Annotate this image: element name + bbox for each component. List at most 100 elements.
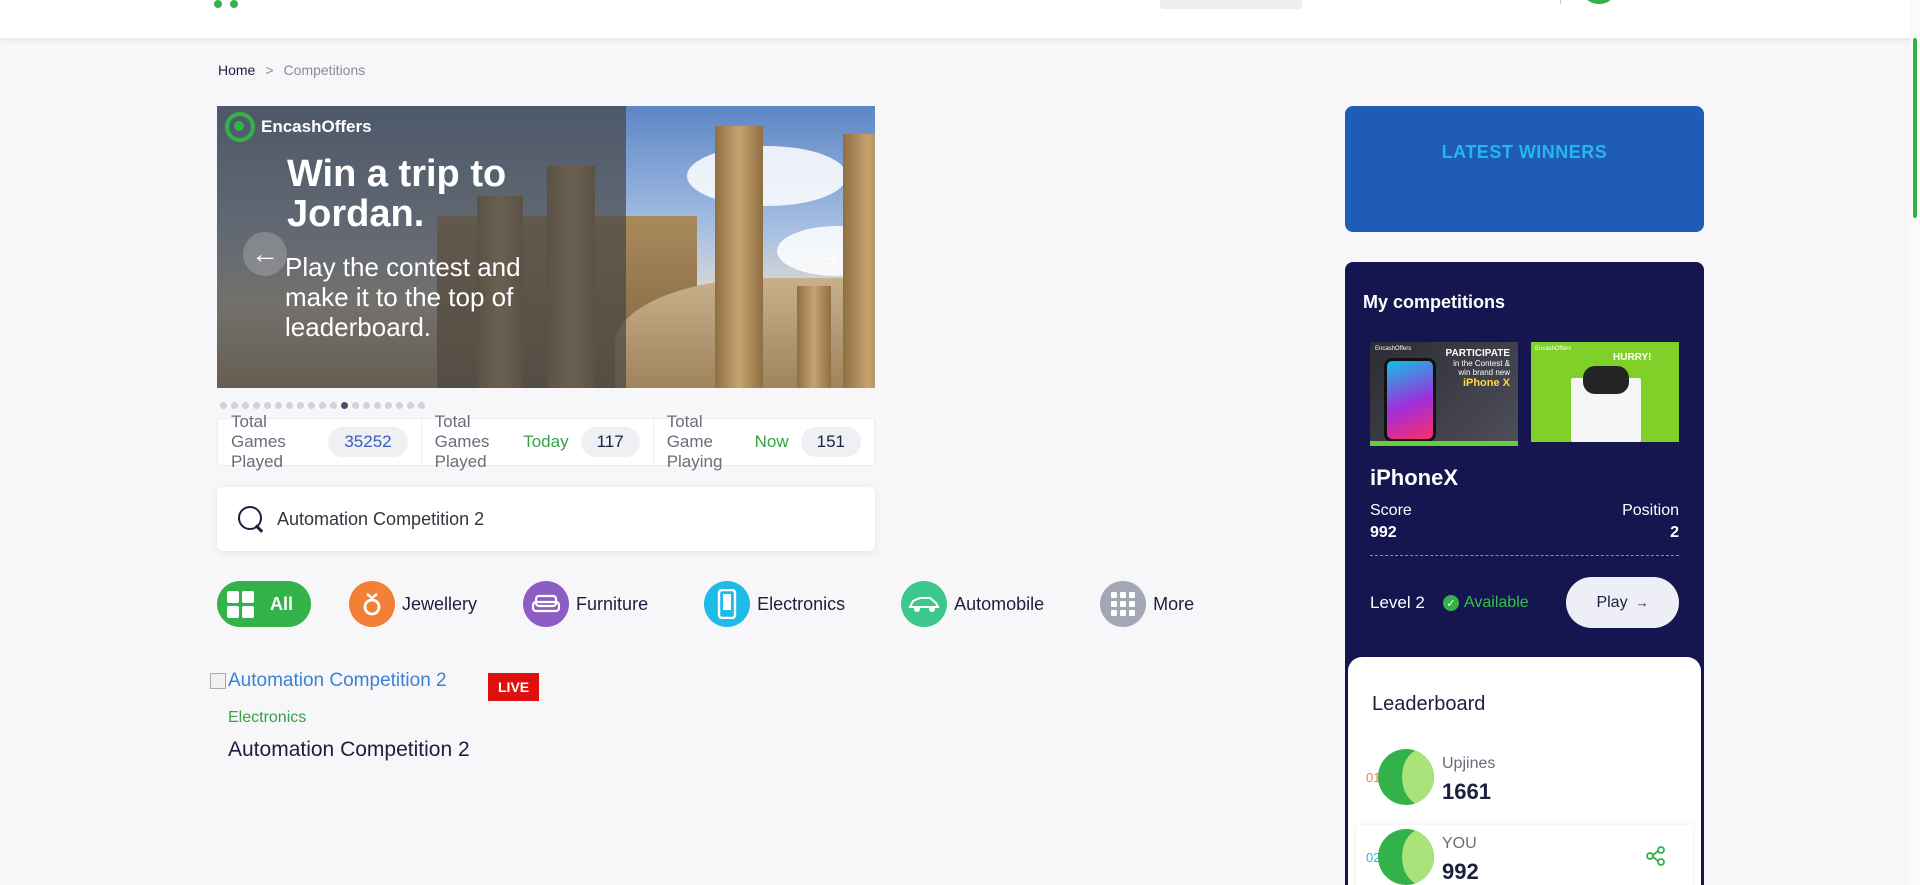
my-competitions-title: My competitions: [1363, 292, 1506, 312]
avatar: [1378, 749, 1434, 805]
competition-image-alt[interactable]: Automation Competition 2: [228, 670, 447, 692]
score-value: 992: [1370, 524, 1397, 541]
banner-cloud: [687, 146, 847, 206]
thumb-caption: PARTICIPATE in the Contest & win brand n…: [1440, 348, 1510, 389]
dashed-divider: [1370, 555, 1679, 556]
category-furniture[interactable]: Furniture: [523, 581, 648, 627]
competition-category: Electronics: [228, 709, 307, 726]
navbar-divider: [1560, 0, 1561, 4]
grid-icon: [217, 581, 263, 627]
carousel-dot[interactable]: [374, 402, 381, 409]
latest-winners-card[interactable]: LATEST WINNERS: [1345, 106, 1704, 232]
play-label: Play: [1596, 593, 1628, 611]
carousel-dot[interactable]: [242, 402, 249, 409]
banner-brand: EncashOffers: [225, 112, 372, 142]
thumb-head: PARTICIPATE: [1445, 348, 1510, 359]
user-avatar[interactable]: [1582, 0, 1616, 4]
latest-winners-label: LATEST WINNERS: [1441, 142, 1608, 162]
breadcrumb-separator: >: [265, 62, 274, 78]
carousel-dot[interactable]: [418, 402, 425, 409]
stat-total: Total Games Played 35252: [218, 412, 421, 471]
stat-now-label: Total Game Playing: [666, 412, 723, 471]
competition-thumb-iphone[interactable]: EncashOffers PARTICIPATE in the Contest …: [1370, 342, 1518, 446]
carousel-dot[interactable]: [275, 402, 282, 409]
leaderboard-title: Leaderboard: [1372, 693, 1486, 715]
stat-now-value: 151: [800, 427, 861, 457]
leaderboard-row[interactable]: 01 Upjines 1661: [1356, 745, 1693, 817]
carousel-dot[interactable]: [363, 402, 370, 409]
leaderboard-row-you[interactable]: 02 YOU 992: [1356, 825, 1693, 885]
carousel-dot[interactable]: [407, 402, 414, 409]
category-jewellery[interactable]: Jewellery: [349, 581, 477, 627]
banner-headline: Win a trip to Jordan.: [287, 153, 507, 235]
share-icon[interactable]: [1645, 845, 1667, 867]
promo-carousel[interactable]: EncashOffers Win a trip to Jordan. Play …: [217, 106, 875, 388]
category-electronics[interactable]: Electronics: [704, 581, 845, 627]
stat-today-label: Total Games Played: [434, 412, 490, 471]
stat-total-value: 35252: [328, 427, 408, 457]
breadcrumb: Home > Competitions: [218, 62, 365, 78]
carousel-next-button[interactable]: →: [807, 232, 851, 276]
breadcrumb-home-link[interactable]: Home: [218, 62, 255, 78]
top-navbar: [0, 0, 1920, 38]
search-input[interactable]: [277, 508, 837, 530]
leaderboard-username: Upjines: [1442, 755, 1496, 772]
carousel-dot[interactable]: [286, 402, 293, 409]
ring-icon: [349, 581, 396, 627]
banner-column: [715, 126, 763, 388]
competition-image[interactable]: Automation Competition 2: [210, 670, 447, 692]
score-label: Score: [1370, 502, 1412, 519]
competition-title[interactable]: Automation Competition 2: [228, 738, 470, 762]
availability-status: ✓ Available: [1443, 594, 1529, 612]
arrow-left-icon: ←: [251, 238, 279, 269]
stat-now-tag: Now: [754, 432, 789, 451]
cart-logo-icon[interactable]: [212, 0, 242, 10]
carousel-dot[interactable]: [330, 402, 337, 409]
carousel-dot[interactable]: [385, 402, 392, 409]
position-label: Position: [1622, 502, 1679, 519]
broken-image-icon: [210, 673, 226, 689]
carousel-dot[interactable]: [220, 402, 227, 409]
carousel-dot[interactable]: [352, 402, 359, 409]
competition-thumb-xbox[interactable]: EncashOffers HURRY!: [1531, 342, 1679, 442]
carousel-dot[interactable]: [264, 402, 271, 409]
competition-search[interactable]: [217, 487, 875, 551]
carousel-dot[interactable]: [297, 402, 304, 409]
carousel-dot[interactable]: [231, 402, 238, 409]
iphone-image: [1384, 358, 1436, 441]
thumb-brand: EncashOffers: [1535, 346, 1572, 352]
game-stats-bar: Total Games Played 35252 Total Games Pla…: [217, 412, 875, 471]
category-automobile[interactable]: Automobile: [901, 581, 1044, 627]
category-label: Furniture: [576, 593, 649, 614]
arrow-right-icon: →: [815, 238, 843, 269]
category-label: More: [1153, 593, 1195, 614]
play-button[interactable]: Play →: [1566, 577, 1679, 628]
category-more[interactable]: More: [1100, 581, 1194, 627]
gamepad-image: [1583, 366, 1629, 394]
category-all[interactable]: All: [217, 581, 312, 627]
availability-text: Available: [1464, 594, 1529, 611]
carousel-dot[interactable]: [308, 402, 315, 409]
leaderboard-score: 1661: [1442, 779, 1491, 804]
carousel-dot[interactable]: [396, 402, 403, 409]
thumb-sub: in the Contest & win brand new: [1453, 359, 1510, 377]
live-badge: LIVE: [488, 673, 540, 701]
category-label: Jewellery: [402, 593, 478, 614]
carousel-prev-button[interactable]: ←: [243, 232, 287, 276]
sofa-icon: [523, 581, 570, 627]
top-search-box[interactable]: [1160, 0, 1302, 9]
leaderboard-card: Leaderboard 01 Upjines 1661 02 YOU 992: [1348, 657, 1701, 885]
carousel-dot[interactable]: [341, 402, 348, 409]
carousel-dot[interactable]: [253, 402, 260, 409]
check-circle-icon: ✓: [1443, 595, 1459, 611]
category-filter: All Jewellery Furniture Electronics Auto…: [217, 581, 1194, 627]
page-scrollbar[interactable]: [1910, 0, 1920, 885]
carousel-dots: [220, 402, 425, 409]
carousel-dot[interactable]: [319, 402, 326, 409]
level-label: Level 2: [1370, 593, 1425, 612]
thumb-hurry: HURRY!: [1613, 352, 1652, 363]
search-icon: [235, 503, 267, 535]
scrollbar-thumb[interactable]: [1913, 38, 1917, 218]
category-label: Electronics: [757, 593, 846, 614]
apps-grid-icon: [1100, 581, 1147, 627]
